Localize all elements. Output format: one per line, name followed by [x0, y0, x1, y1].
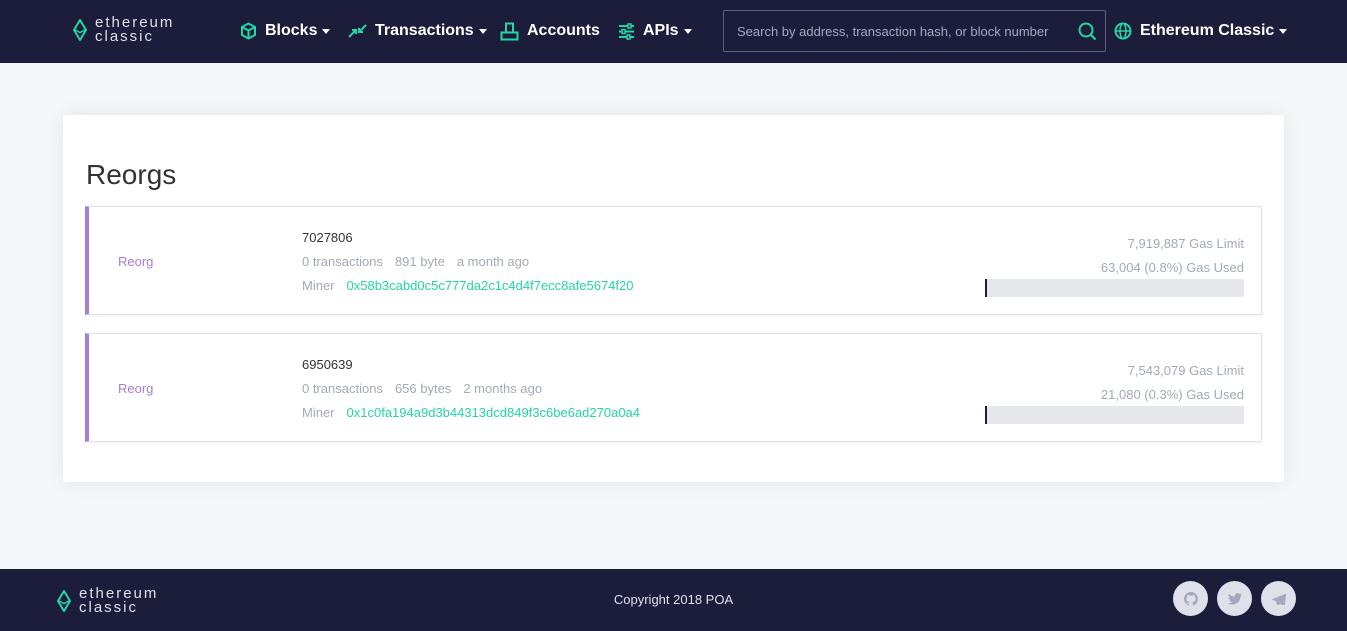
nav-transactions-label: Transactions: [375, 22, 474, 39]
block-age: a month ago: [456, 254, 530, 269]
nav-accounts-label: Accounts: [527, 22, 600, 39]
search-icon: [1078, 22, 1096, 40]
twitter-icon: [1227, 592, 1242, 605]
tile-miner: Miner 0x58b3cabd0c5c777da2c1c4d4f7ecc8af…: [302, 278, 633, 293]
telegram-icon: [1271, 593, 1286, 605]
footer: ethereum classic Copyright 2018 POA: [0, 569, 1347, 631]
gas-used: 63,004 (0.8%) Gas Used: [1100, 260, 1244, 275]
block-number-link[interactable]: 7027806: [302, 230, 353, 245]
header: ethereum classic Blocks Transactions Acc…: [0, 0, 1347, 63]
nav-blocks[interactable]: Blocks: [240, 19, 331, 43]
gas-limit: 7,543,079 Gas Limit: [1127, 363, 1244, 378]
nav-accounts[interactable]: Accounts: [500, 19, 600, 43]
transaction-count: 0 transactions: [302, 254, 383, 269]
nav-blocks-label: Blocks: [265, 22, 318, 39]
tile-meta: 0 transactions 656 bytes 2 months ago: [302, 381, 542, 396]
miner-label: Miner: [302, 405, 335, 420]
chevron-down-icon: [1279, 28, 1288, 34]
cube-icon: [241, 22, 256, 40]
search-box: [723, 10, 1106, 52]
wallet-icon: [500, 22, 519, 40]
block-size: 656 bytes: [394, 381, 452, 396]
sliders-icon: [619, 22, 634, 40]
chevron-down-icon: [683, 28, 692, 34]
tile-miner: Miner 0x1c0fa194a9d3b44313dcd849f3c6be6a…: [302, 405, 640, 420]
globe-icon: [1114, 22, 1132, 40]
gas-used-bar-fill: [985, 406, 987, 424]
gas-used-bar: [985, 406, 1244, 424]
chevron-down-icon: [322, 28, 331, 34]
gas-used-bar: [985, 279, 1244, 297]
gas-used: 21,080 (0.3%) Gas Used: [1100, 387, 1244, 402]
header-logo[interactable]: ethereum classic: [73, 15, 174, 45]
logo-line2: classic: [95, 28, 155, 45]
block-number-link[interactable]: 6950639: [302, 357, 353, 372]
tile-type-label: Reorg: [118, 254, 154, 269]
transaction-count: 0 transactions: [302, 381, 383, 396]
nav-apis[interactable]: APIs: [618, 19, 692, 43]
block-size: 891 byte: [394, 254, 445, 269]
search-button[interactable]: [1069, 11, 1105, 51]
nav-transactions[interactable]: Transactions: [348, 19, 487, 43]
miner-address-link[interactable]: 0x1c0fa194a9d3b44313dcd849f3c6be6ad270a0…: [347, 405, 641, 420]
gas-limit: 7,919,887 Gas Limit: [1127, 236, 1244, 251]
tile-meta: 0 transactions 891 byte a month ago: [302, 254, 529, 269]
reorg-tile: Reorg 7027806 0 transactions 891 byte a …: [85, 206, 1262, 315]
block-age: 2 months ago: [463, 381, 543, 396]
tile-type-label: Reorg: [118, 381, 154, 396]
miner-label: Miner: [302, 278, 335, 293]
miner-address-link[interactable]: 0x58b3cabd0c5c777da2c1c4d4f7ecc8afe5674f…: [347, 278, 634, 293]
github-button[interactable]: [1173, 581, 1208, 616]
network-selector[interactable]: Ethereum Classic: [1114, 19, 1288, 43]
gas-used-bar-fill: [985, 279, 988, 297]
page-title: Reorgs: [86, 159, 177, 190]
search-input[interactable]: [724, 23, 1069, 39]
etc-diamond-icon: [73, 19, 87, 41]
network-label: Ethereum Classic: [1140, 22, 1275, 39]
github-icon: [1183, 591, 1198, 606]
twitter-button[interactable]: [1217, 581, 1252, 616]
reorg-tile: Reorg 6950639 0 transactions 656 bytes 2…: [85, 333, 1262, 442]
copyright-text: Copyright 2018 POA: [613, 592, 734, 607]
chevron-down-icon: [478, 28, 487, 34]
telegram-button[interactable]: [1261, 581, 1296, 616]
arrows-exchange-icon: [348, 24, 367, 38]
reorgs-card: Reorgs Reorg 7027806 0 transactions 891 …: [63, 115, 1284, 482]
nav-apis-label: APIs: [643, 22, 679, 39]
